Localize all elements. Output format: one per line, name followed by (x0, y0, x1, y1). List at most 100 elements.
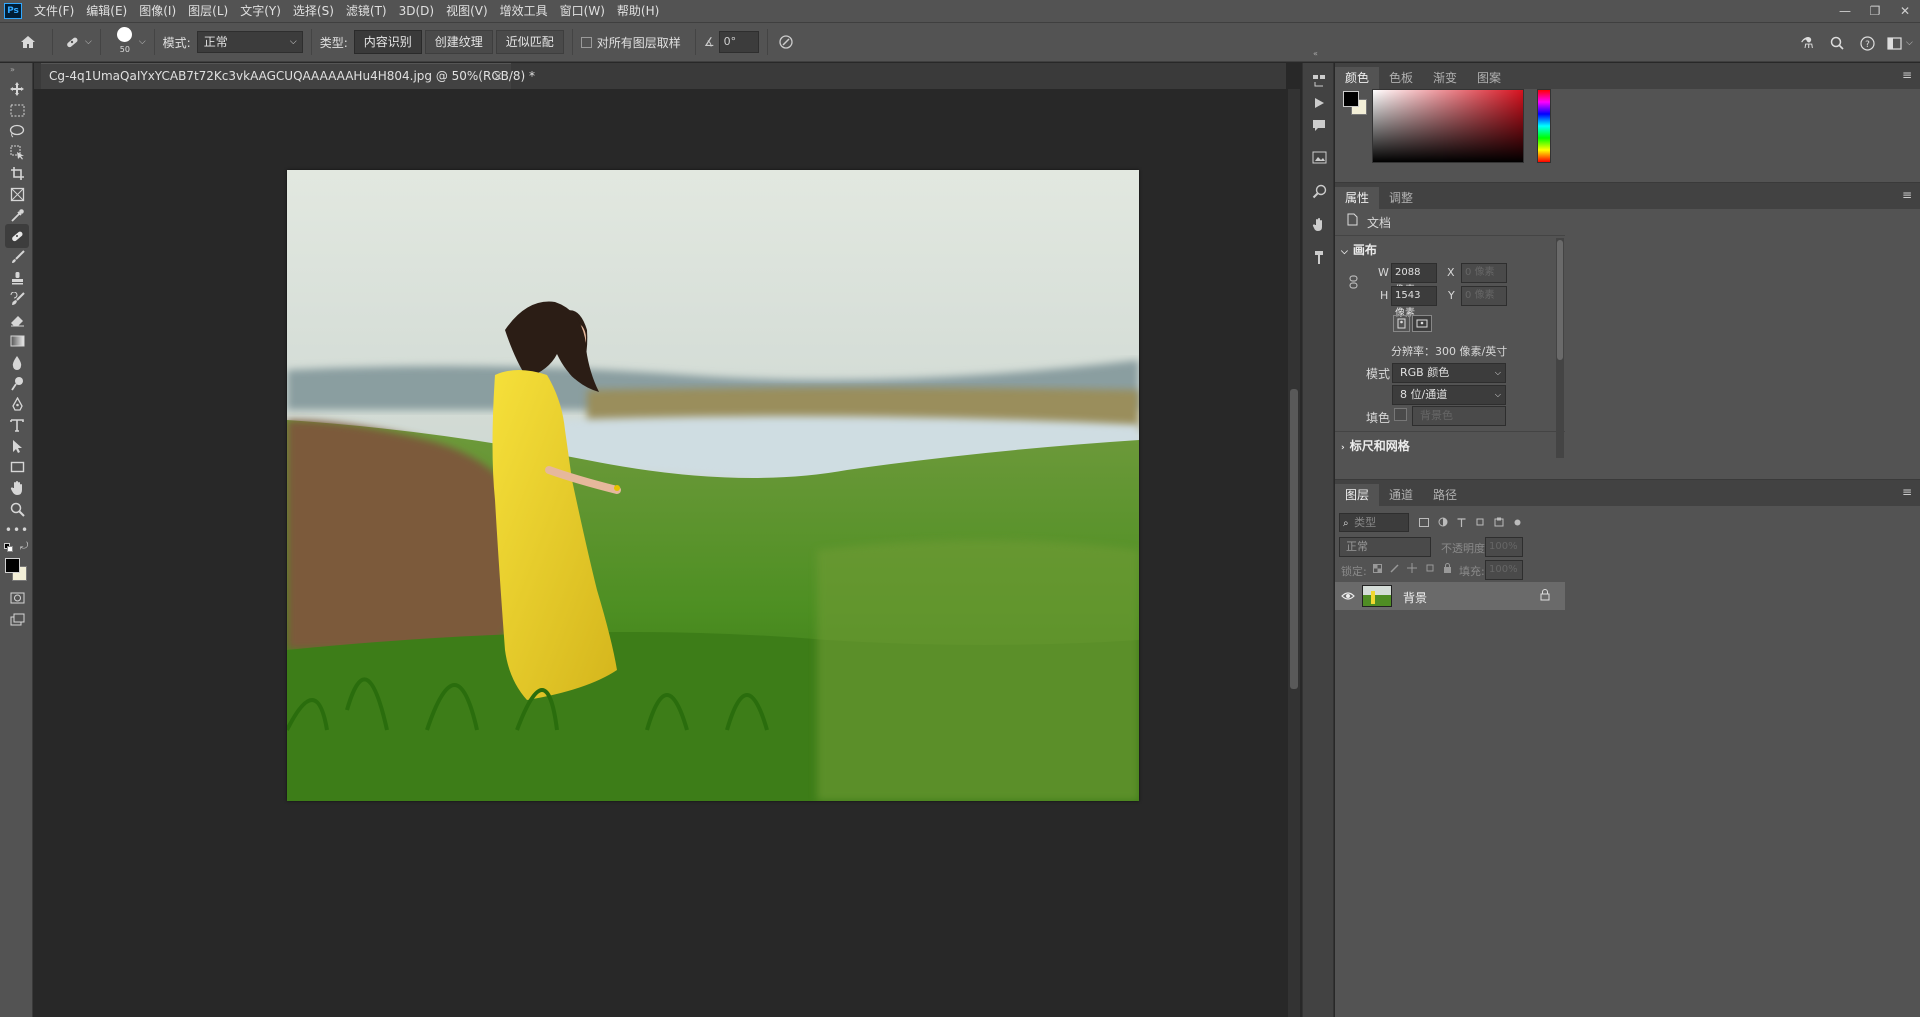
menu-view[interactable]: 视图(V) (440, 0, 494, 22)
eye-icon[interactable] (1341, 590, 1355, 604)
lock-artboard-icon[interactable] (1425, 562, 1435, 576)
layer-row[interactable]: 背景 (1335, 582, 1565, 610)
tab-patterns[interactable]: 图案 (1467, 67, 1511, 89)
lock-pixels-icon[interactable] (1390, 562, 1399, 576)
tab-channels[interactable]: 通道 (1379, 484, 1423, 506)
tab-adjustments[interactable]: 调整 (1379, 187, 1423, 209)
color-picker-field[interactable] (1372, 89, 1524, 163)
color-panel: 颜色 色板 渐变 图案 ≡ (1335, 63, 1920, 180)
search-icon[interactable] (1822, 36, 1852, 50)
brush-preset-picker[interactable]: 50 (113, 25, 137, 59)
more-tools-icon[interactable]: ••• (5, 518, 29, 542)
default-colors-icon[interactable] (4, 543, 13, 552)
actions-play-icon[interactable] (1309, 93, 1329, 113)
canvas-section-header[interactable]: ⌵ 画布 (1341, 241, 1377, 258)
smart-object-filter-icon[interactable] (1494, 516, 1504, 530)
restore-button[interactable]: ❐ (1860, 0, 1890, 22)
bit-depth-select[interactable]: 8 位/通道 ⌵ (1392, 385, 1506, 405)
tab-color[interactable]: 颜色 (1335, 67, 1380, 89)
lock-position-icon[interactable] (1407, 562, 1417, 576)
pressure-size-icon[interactable] (776, 32, 796, 52)
width-input[interactable]: 2088 像素 (1391, 263, 1437, 296)
y-input[interactable]: 0 像素 (1461, 286, 1507, 306)
type-create-texture-button[interactable]: 创建纹理 (424, 30, 493, 54)
layer-filter-placeholder: 类型 (1354, 516, 1377, 529)
panel-menu-icon[interactable]: ≡ (1902, 68, 1912, 82)
layer-filter-select[interactable]: ⌕ 类型 (1339, 513, 1409, 532)
menu-filter[interactable]: 滤镜(T) (340, 0, 393, 22)
comments-icon[interactable] (1309, 115, 1329, 135)
close-icon[interactable]: × (493, 64, 503, 88)
screen-mode-icon[interactable] (5, 607, 29, 631)
foreground-color-chip[interactable] (1343, 91, 1359, 107)
lock-label: 锁定: (1341, 565, 1367, 578)
tab-paths[interactable]: 路径 (1423, 484, 1467, 506)
scrollbar-thumb[interactable] (1290, 389, 1298, 689)
layer-thumbnail (1362, 585, 1392, 607)
menu-file[interactable]: 文件(F) (28, 0, 80, 22)
learn-icon[interactable] (1309, 214, 1329, 234)
flask-icon[interactable]: ⚗ (1792, 34, 1822, 52)
landscape-orientation-button[interactable] (1412, 315, 1432, 332)
adjustment-filter-icon[interactable] (1438, 516, 1448, 530)
chevron-down-icon[interactable]: ⌵ (1906, 38, 1920, 48)
history-icon[interactable] (1309, 71, 1329, 91)
menu-select[interactable]: 选择(S) (287, 0, 340, 22)
discover-icon[interactable] (1309, 181, 1329, 201)
filter-toggle-icon[interactable] (1513, 516, 1522, 530)
document-tab[interactable]: Cg-4q1UmaQaIYxYCAB7t72Kc3vkAAGCUQAAAAAAH… (41, 63, 535, 89)
toolbar-collapse-icon[interactable]: » (10, 65, 15, 74)
type-content-aware-button[interactable]: 内容识别 (353, 30, 422, 54)
properties-scrollbar[interactable] (1556, 238, 1564, 458)
shape-filter-icon[interactable] (1475, 516, 1485, 530)
foreground-color-swatch[interactable] (5, 558, 20, 573)
tab-swatches[interactable]: 色板 (1379, 67, 1423, 89)
height-input[interactable]: 1543 像素 (1391, 286, 1437, 319)
menu-edit[interactable]: 编辑(E) (80, 0, 133, 22)
rulers-grids-section-header[interactable]: › 标尺和网格 (1341, 437, 1410, 454)
vertical-scrollbar[interactable] (1288, 89, 1300, 1017)
swap-colors-icon[interactable]: ⤾ (20, 541, 28, 552)
pixel-filter-icon[interactable] (1419, 516, 1429, 530)
tab-layers[interactable]: 图层 (1335, 484, 1380, 506)
chevron-down-icon[interactable]: ⌵ (139, 37, 146, 47)
layer-name[interactable]: 背景 (1403, 589, 1427, 606)
panel-menu-icon[interactable]: ≡ (1902, 188, 1912, 202)
menu-help[interactable]: 帮助(H) (611, 0, 665, 22)
link-icon[interactable] (1349, 275, 1358, 292)
libraries-icon[interactable] (1309, 147, 1329, 167)
lock-transparent-icon[interactable] (1373, 562, 1382, 576)
menu-image[interactable]: 图像(I) (133, 0, 182, 22)
type-proximity-match-button[interactable]: 近似匹配 (495, 30, 564, 54)
fill-color-swatch[interactable] (1394, 408, 1407, 421)
minimize-button[interactable]: — (1830, 0, 1860, 22)
close-window-button[interactable]: ✕ (1890, 0, 1920, 22)
brush-settings-icon[interactable] (1309, 247, 1329, 267)
menu-plugins[interactable]: 增效工具 (494, 0, 554, 22)
mode-select[interactable]: 正常 ⌵ (196, 31, 303, 53)
color-mode-select[interactable]: RGB 颜色 ⌵ (1392, 363, 1506, 383)
sample-all-layers-checkbox[interactable] (580, 36, 592, 48)
document-image[interactable] (287, 170, 1139, 801)
lock-all-icon[interactable] (1443, 562, 1452, 576)
angle-input[interactable]: 0° (718, 31, 759, 53)
document-icon (1347, 213, 1358, 229)
home-icon[interactable] (18, 32, 38, 52)
chevron-down-icon[interactable]: ⌵ (85, 37, 92, 47)
spot-healing-brush-icon[interactable] (61, 31, 83, 53)
menu-type[interactable]: 文字(Y) (234, 0, 287, 22)
help-icon[interactable]: ? (1852, 35, 1882, 51)
tab-gradients[interactable]: 渐变 (1423, 67, 1467, 89)
workspace-icon[interactable] (1882, 36, 1906, 50)
menu-3d[interactable]: 3D(D) (393, 0, 440, 22)
menu-window[interactable]: 窗口(W) (554, 0, 611, 22)
type-filter-icon[interactable] (1457, 516, 1466, 530)
tab-properties[interactable]: 属性 (1335, 187, 1380, 209)
panel-menu-icon[interactable]: ≡ (1902, 485, 1912, 499)
menu-layer[interactable]: 图层(L) (182, 0, 234, 22)
canvas-area[interactable] (34, 89, 1286, 1017)
portrait-orientation-button[interactable] (1393, 315, 1410, 332)
hue-slider[interactable] (1537, 89, 1551, 163)
x-input[interactable]: 0 像素 (1461, 263, 1507, 283)
collapse-panels-icon[interactable]: « (1313, 49, 1318, 58)
